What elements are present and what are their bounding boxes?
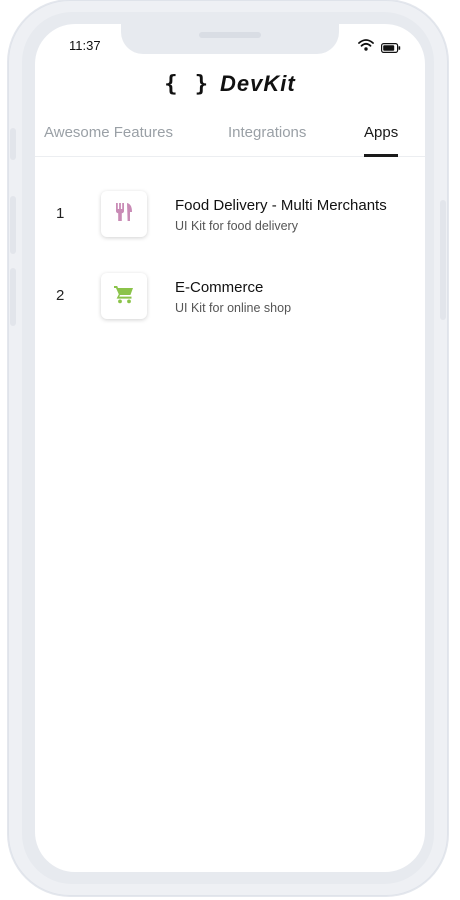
notch bbox=[121, 24, 339, 54]
item-title: E-Commerce bbox=[175, 279, 264, 296]
mute-switch bbox=[10, 128, 16, 160]
item-subtitle: UI Kit for food delivery bbox=[175, 219, 298, 233]
tab-integrations[interactable]: Integrations bbox=[228, 124, 306, 141]
list-item[interactable]: 2 E-Commerce UI Kit for online shop bbox=[35, 249, 425, 331]
fork-knife-icon bbox=[113, 201, 135, 228]
brand-braces: { } bbox=[164, 71, 211, 97]
app-icon-box bbox=[101, 273, 147, 319]
volume-down-button bbox=[10, 268, 16, 326]
brand-name: DevKit bbox=[220, 71, 296, 96]
power-button bbox=[440, 200, 446, 320]
wifi-icon bbox=[358, 38, 374, 56]
shopping-cart-icon bbox=[113, 283, 135, 310]
tab-apps[interactable]: Apps bbox=[364, 124, 398, 141]
apps-list: 1 Food Delivery - Multi Merchants UI Kit… bbox=[35, 167, 425, 331]
app-screen: 11:37 { } DevKit Awesome Features Integr… bbox=[35, 24, 425, 872]
item-title: Food Delivery - Multi Merchants bbox=[175, 197, 387, 214]
active-tab-indicator bbox=[364, 154, 398, 157]
app-icon-box bbox=[101, 191, 147, 237]
brand-logo: { } DevKit bbox=[35, 66, 425, 102]
status-bar: 11:37 bbox=[35, 24, 425, 66]
battery-icon bbox=[381, 40, 401, 58]
tab-awesome-features[interactable]: Awesome Features bbox=[44, 124, 173, 141]
status-time: 11:37 bbox=[69, 38, 101, 53]
item-subtitle: UI Kit for online shop bbox=[175, 301, 292, 315]
speaker bbox=[199, 32, 261, 38]
tab-bar: Awesome Features Integrations Apps bbox=[35, 108, 425, 157]
list-item[interactable]: 1 Food Delivery - Multi Merchants UI Kit… bbox=[35, 167, 425, 249]
item-index: 1 bbox=[56, 205, 65, 222]
volume-up-button bbox=[10, 196, 16, 254]
item-index: 2 bbox=[56, 287, 65, 304]
